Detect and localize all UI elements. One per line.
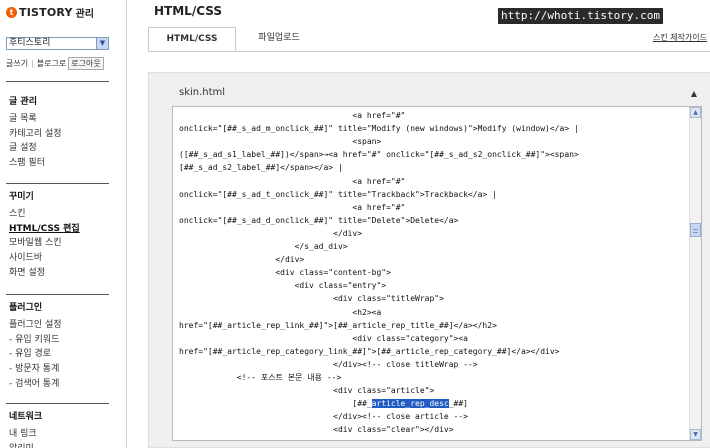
sidebar-menu-item[interactable]: 모바일웹 스킨 — [9, 236, 80, 251]
sidebar-menu-item[interactable]: - 유입 키워드 — [9, 333, 62, 348]
selected-text: article_rep_desc — [371, 399, 449, 409]
logo-sub: 관리 — [75, 8, 95, 20]
menu-section: 네트워크내 링크알리미 — [9, 411, 42, 448]
code-line: </s_ad_div> — [179, 242, 348, 251]
code-line: onclick="[##_s_ad_t_onclick_##]" title="… — [179, 189, 497, 199]
file-name-label: skin.html — [179, 87, 226, 98]
menu-section: 꾸미기스킨 HTML/CSS 편집 모바일웹 스킨 사이드바 화면 설정 — [9, 191, 80, 281]
sidebar-menu-item[interactable]: 스팸 필터 — [9, 156, 62, 171]
write-link[interactable]: 글쓰기 — [6, 58, 28, 69]
code-line: </div><!-- close article --> — [179, 412, 468, 422]
sidebar-menu-item[interactable]: HTML/CSS 편집 — [9, 222, 80, 237]
sidebar-menu-item[interactable]: 사이드바 — [9, 251, 80, 266]
scrollbar-thumb[interactable] — [690, 223, 701, 237]
code-line: <a href="#" — [179, 202, 406, 212]
menu-section: 글 관리글 목록 카테고리 설정 글 설정 스팸 필터 — [9, 96, 62, 171]
chevron-down-icon[interactable]: ▼ — [96, 38, 108, 49]
sidebar-menu-item[interactable]: 스킨 — [9, 207, 80, 222]
code-line: <div class="entry"> — [179, 281, 387, 291]
blog-link[interactable]: 블로그로 — [37, 58, 66, 69]
menu-section: 플러그인플러그인 설정 - 유입 키워드 - 유입 경로 - 방문자 통계 - 검색어 … — [9, 302, 62, 392]
scroll-down-icon[interactable]: ▼ — [690, 429, 701, 440]
code-line: <a href="#" — [179, 111, 406, 120]
code-line: <div class="article"> — [179, 386, 435, 396]
vertical-scrollbar[interactable]: ▲ ▼ — [689, 107, 701, 440]
sidebar-menu-item[interactable]: 글 설정 — [9, 141, 62, 156]
code-line: [##_s_ad_s2_label_##]</span></a> | — [179, 163, 343, 173]
blog-select[interactable]: 후티스토리 ▼ — [6, 37, 109, 50]
code-line: <div class="clear"></div> — [179, 425, 454, 435]
code-line: <a href="#" — [179, 176, 406, 186]
sidebar-menu-item[interactable]: 화면 설정 — [9, 266, 80, 281]
code-line: <!-- 포스트 본문 내용 --> — [179, 373, 342, 382]
sidebar-menu-item[interactable]: 내 링크 — [9, 427, 42, 442]
code-line: href="[##_article_rep_link_##]">[##_arti… — [179, 320, 497, 330]
editor-panel: skin.html ▲ <a href="#" onclick="[##_s_ad… — [148, 72, 710, 448]
sidebar-menu-item[interactable]: 글 목록 — [9, 112, 62, 127]
link-separator: | — [31, 59, 34, 68]
menu-section-title: 네트워크 — [9, 412, 43, 422]
menu-section-title: 글 관리 — [9, 97, 37, 107]
code-line: <span> — [179, 137, 382, 147]
code-line: <div class="titleWrap"> — [179, 294, 444, 304]
tab-bar: HTML/CSS 파일업로드 스킨 제작가이드 — [148, 27, 710, 52]
skin-guide-link[interactable]: 스킨 제작가이드 — [653, 32, 707, 43]
sidebar-menu-item[interactable]: - 유입 경로 — [9, 347, 62, 362]
tistory-logo-icon: t — [6, 6, 17, 18]
logo-brand: TISTORY — [19, 5, 73, 19]
menu-section-title: 꾸미기 — [9, 192, 34, 202]
tab-file-upload[interactable]: 파일업로드 — [244, 27, 314, 51]
code-line: [##_article_rep_desc_##] — [179, 399, 468, 409]
logout-button[interactable]: 로그아웃 — [68, 57, 104, 70]
sidebar: t TISTORY 관리 후티스토리 ▼ 글쓰기 | 블로그로 로그아웃 글 관… — [0, 0, 127, 448]
page-title: HTML/CSS — [154, 4, 222, 18]
code-line: </div><!-- close titleWrap --> — [179, 359, 478, 369]
menu-section-title: 플러그인 — [9, 303, 43, 313]
tistory-logo[interactable]: t TISTORY 관리 — [6, 5, 95, 20]
code-line: <div class="category"><a — [179, 333, 468, 343]
code-editor[interactable]: <a href="#" onclick="[##_s_ad_m_onclick_#… — [172, 106, 702, 441]
sidebar-divider — [6, 403, 109, 404]
code-line: ([##_s_ad_s1_label_##])</span>→<a href="… — [179, 150, 579, 160]
sidebar-divider — [6, 183, 109, 184]
code-lines: <a href="#" onclick="[##_s_ad_m_onclick_#… — [179, 107, 687, 440]
code-line: onclick="[##_s_ad_d_onclick_##]" title="… — [179, 215, 459, 225]
sidebar-menu-item[interactable]: 플러그인 설정 — [9, 318, 62, 333]
code-line: </div> — [179, 228, 363, 238]
blog-select-value: 후티스토리 — [9, 38, 51, 48]
quick-links: 글쓰기 | 블로그로 로그아웃 — [6, 57, 104, 70]
code-line: href="[##_article_rep_category_link_##]"… — [179, 346, 560, 356]
sidebar-divider — [6, 294, 109, 295]
code-line: <h2><a — [179, 307, 382, 317]
sidebar-menu-item[interactable]: 카테고리 설정 — [9, 127, 62, 142]
sidebar-menu-item[interactable]: - 방문자 통계 — [9, 362, 62, 377]
collapse-icon[interactable]: ▲ — [691, 89, 697, 98]
code-line: </div> — [179, 255, 305, 265]
url-watermark: http://whoti.tistory.com — [498, 8, 663, 24]
code-line: <div class="content-bg"> — [179, 268, 391, 278]
scroll-up-icon[interactable]: ▲ — [690, 107, 701, 118]
sidebar-menu-item[interactable]: - 검색어 통계 — [9, 377, 62, 392]
tab-html-css[interactable]: HTML/CSS — [148, 27, 236, 51]
code-line: onclick="[##_s_ad_m_onclick_##]" title="… — [179, 124, 579, 134]
sidebar-menu-item[interactable]: 알리미 — [9, 442, 42, 448]
sidebar-divider — [6, 81, 109, 82]
